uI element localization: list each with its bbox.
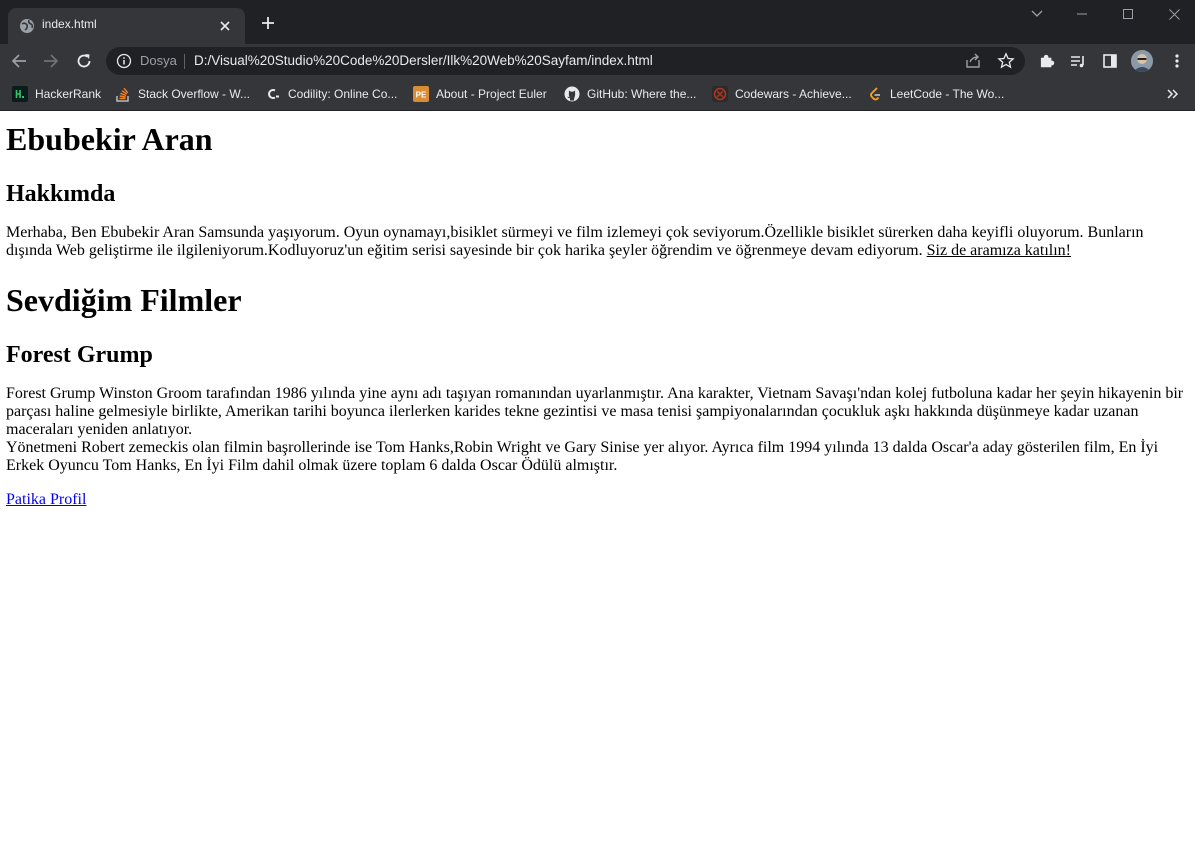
reload-icon[interactable]: [71, 48, 97, 74]
film-title: Forest Grump: [6, 342, 153, 368]
side-panel-icon[interactable]: [1097, 48, 1123, 74]
film-paragraph: Forest Grump Winston Groom tarafından 19…: [6, 385, 1189, 475]
info-icon[interactable]: [116, 53, 132, 69]
bookmarks-bar: HackerRank Stack Overflow - W... Codilit…: [0, 78, 1195, 111]
hackerrank-icon: [12, 86, 28, 102]
about-paragraph: Merhaba, Ben Ebubekir Aran Samsunda yaşı…: [6, 224, 1189, 260]
join-link[interactable]: Siz de aramıza katılın!: [927, 242, 1071, 259]
bookmark-label: LeetCode - The Wo...: [890, 87, 1005, 101]
tab-strip: index.html: [0, 0, 1195, 44]
project-euler-icon: PE: [413, 86, 429, 102]
profile-link[interactable]: Patika Profil: [6, 491, 86, 508]
profile-avatar[interactable]: [1131, 50, 1153, 72]
bookmark-label: GitHub: Where the...: [587, 87, 697, 101]
globe-icon: [19, 18, 35, 34]
tab-title: index.html: [42, 17, 97, 31]
bookmark-label: Codility: Online Co...: [288, 87, 398, 101]
new-tab-icon[interactable]: [257, 12, 279, 34]
close-tab-icon[interactable]: [215, 16, 235, 36]
maximize-icon[interactable]: [1105, 0, 1151, 28]
codewars-icon: [712, 86, 728, 102]
bookmark-github[interactable]: GitHub: Where the...: [564, 84, 696, 104]
bookmark-codility[interactable]: Codility: Online Co...: [265, 84, 397, 104]
bookmark-hackerrank[interactable]: HackerRank: [12, 84, 101, 104]
extensions-puzzle-icon[interactable]: [1034, 48, 1060, 74]
window-close-icon[interactable]: [1151, 0, 1195, 28]
minimize-icon[interactable]: [1059, 0, 1105, 28]
chevron-double-right-icon[interactable]: [1163, 84, 1183, 104]
film-text-1: Forest Grump Winston Groom tarafından 19…: [6, 385, 1184, 438]
back-arrow-icon[interactable]: [6, 48, 32, 74]
leetcode-icon: [867, 86, 883, 102]
media-queue-icon[interactable]: [1065, 48, 1091, 74]
bookmark-stackoverflow[interactable]: Stack Overflow - W...: [115, 84, 250, 104]
menu-kebab-icon[interactable]: [1164, 48, 1190, 74]
bookmark-label: Codewars - Achieve...: [735, 87, 852, 101]
bookmark-label: HackerRank: [35, 87, 102, 101]
svg-text:PE: PE: [416, 91, 427, 100]
page-title: Ebubekir Aran: [6, 121, 213, 157]
bookmark-star-icon[interactable]: [997, 52, 1015, 70]
active-tab[interactable]: index.html: [8, 8, 245, 44]
url-text[interactable]: D:/Visual%20Studio%20Code%20Dersler/Ilk%…: [194, 53, 653, 68]
film-text-2: Yönetmeni Robert zemeckis olan filmin ba…: [6, 439, 1159, 474]
security-chip[interactable]: Dosya: [140, 53, 177, 68]
forward-arrow-icon[interactable]: [38, 48, 64, 74]
address-bar[interactable]: Dosya D:/Visual%20Studio%20Code%20Dersle…: [106, 47, 1025, 75]
films-heading: Sevdiğim Filmler: [6, 282, 242, 318]
bookmark-project-euler[interactable]: PE About - Project Euler: [413, 84, 547, 104]
bookmark-leetcode[interactable]: LeetCode - The Wo...: [867, 84, 1004, 104]
page-content: Ebubekir Aran Hakkımda Merhaba, Ben Ebub…: [0, 121, 1195, 509]
browser-toolbar: Dosya D:/Visual%20Studio%20Code%20Dersle…: [0, 44, 1195, 78]
bookmark-label: Stack Overflow - W...: [138, 87, 251, 101]
share-icon[interactable]: [964, 52, 982, 70]
omnibox-divider: [184, 54, 185, 69]
codility-icon: [265, 86, 281, 102]
stackoverflow-icon: [115, 86, 131, 102]
github-icon: [564, 86, 580, 102]
bookmark-label: About - Project Euler: [436, 87, 547, 101]
about-heading: Hakkımda: [6, 181, 116, 207]
chevron-down-icon[interactable]: [1027, 4, 1047, 24]
bookmark-codewars[interactable]: Codewars - Achieve...: [712, 84, 852, 104]
